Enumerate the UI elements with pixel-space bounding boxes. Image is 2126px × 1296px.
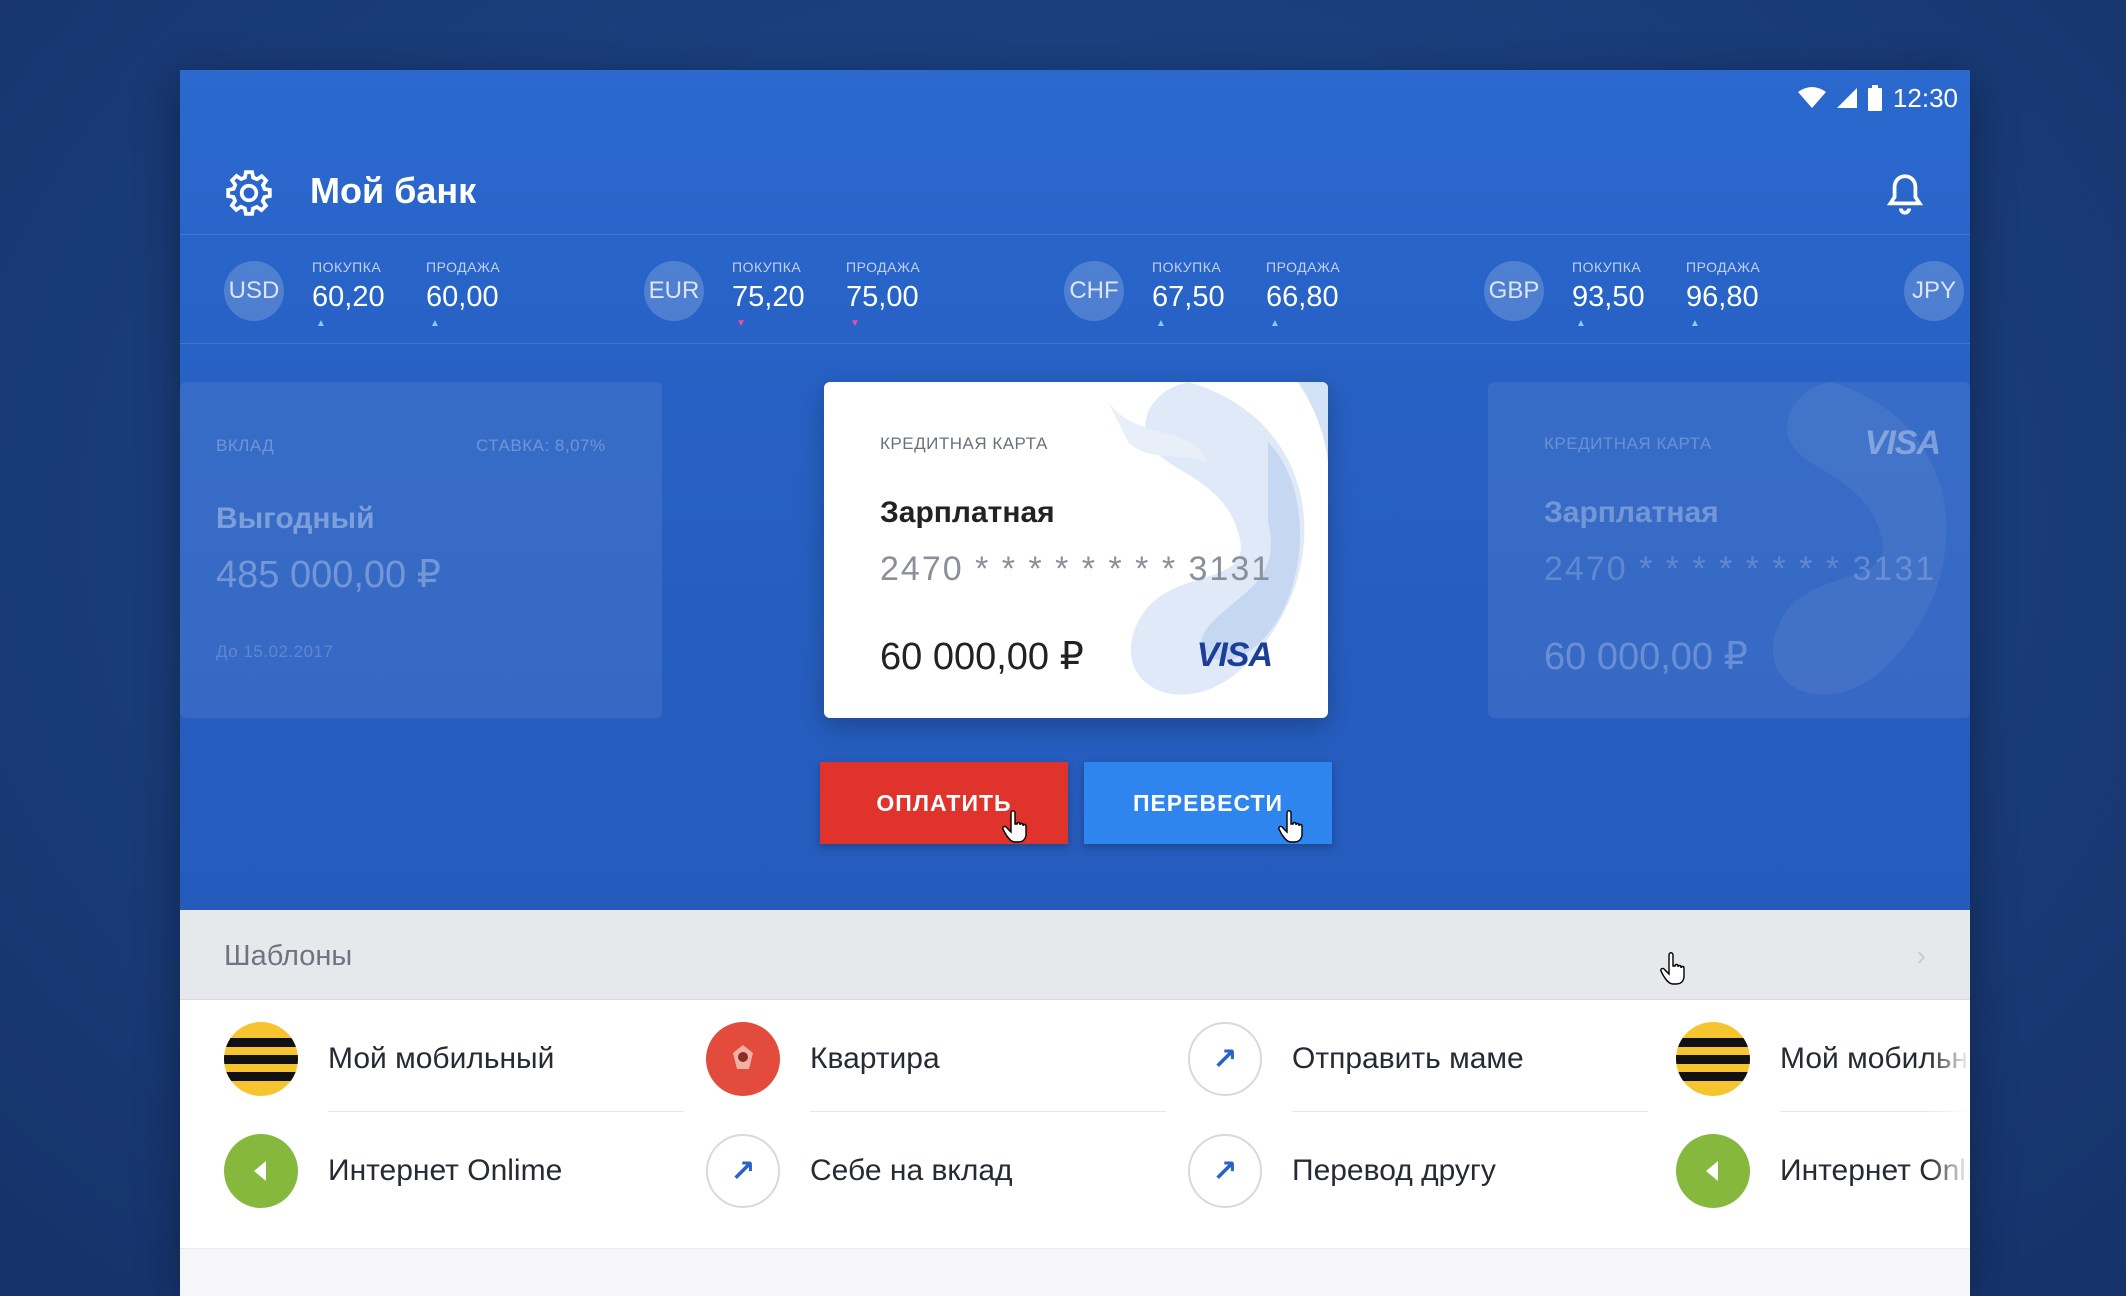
- currency-badge-chf: CHF: [1064, 261, 1124, 321]
- visa-logo: VISA: [1196, 636, 1273, 674]
- buy-value: 75,20: [732, 281, 805, 313]
- sell-label: ПРОДАЖА: [426, 259, 501, 275]
- trend-up-icon: ▲: [316, 318, 326, 329]
- card-number: 2470 * * * * * * * * 3131: [1544, 550, 1937, 588]
- signal-icon: [1836, 88, 1857, 108]
- buy-label: ПОКУПКА: [312, 259, 382, 275]
- currency-rates-bar[interactable]: USD ПОКУПКА 60,20 ▲ ПРОДАЖА 60,00 ▲ EUR ПО…: [180, 234, 1970, 344]
- hero-area: 12:30 Мой банк USD ПОКУПКА 60,20 ▲ ПРОДАЖ…: [180, 70, 1970, 910]
- visa-logo: VISA: [1864, 424, 1941, 462]
- app-bar: Мой банк: [180, 150, 1970, 246]
- arrow-up-right-icon: ↗: [1188, 1134, 1262, 1208]
- hand-cursor-icon: [1278, 810, 1303, 843]
- sell-label: ПРОДАЖА: [1266, 259, 1341, 275]
- buy-value: 60,20: [312, 281, 385, 313]
- sell-value: 66,80: [1266, 281, 1339, 313]
- status-time: 12:30: [1892, 82, 1958, 113]
- card-number: 2470 * * * * * * * * 3131: [880, 550, 1273, 588]
- trend-up-icon: ▲: [1690, 318, 1700, 329]
- sell-value: 96,80: [1686, 281, 1759, 313]
- card-name: Зарплатная: [880, 496, 1055, 529]
- buy-value: 67,50: [1152, 281, 1225, 313]
- card-amount: 485 000,00 ₽: [216, 554, 441, 596]
- card-until: До 15.02.2017: [216, 642, 334, 661]
- beeline-icon: [224, 1022, 298, 1096]
- chevron-right-icon[interactable]: ›: [1917, 940, 1926, 972]
- trend-down-icon: ▼: [850, 318, 860, 329]
- card-amount: 60 000,00 ₽: [1544, 636, 1748, 678]
- template-item[interactable]: Интернет Onlime: [1676, 1112, 1970, 1224]
- onlime-icon: [1676, 1134, 1750, 1208]
- template-label: Отправить маме: [1292, 1042, 1524, 1075]
- trend-up-icon: ▲: [1576, 318, 1586, 329]
- moscow-emblem-icon: [706, 1022, 780, 1096]
- template-label: Перевод другу: [1292, 1154, 1496, 1187]
- sell-label: ПРОДАЖА: [1686, 259, 1761, 275]
- sell-value: 60,00: [426, 281, 499, 313]
- tablet-screen: 12:30 Мой банк USD ПОКУПКА 60,20 ▲ ПРОДАЖ…: [180, 70, 1970, 1296]
- template-item[interactable]: Интернет Onlime: [224, 1112, 684, 1224]
- card-rate: СТАВКА: 8,07%: [476, 436, 606, 455]
- trend-down-icon: ▼: [736, 318, 746, 329]
- app-title: Мой банк: [310, 170, 477, 211]
- card-type: ВКЛАД: [216, 436, 275, 455]
- buy-label: ПОКУПКА: [732, 259, 802, 275]
- scroll-fade: [1930, 1000, 1970, 1260]
- arrow-up-right-icon: ↗: [706, 1134, 780, 1208]
- template-item[interactable]: Квартира: [706, 1000, 1166, 1112]
- onlime-icon: [224, 1134, 298, 1208]
- bell-icon[interactable]: [1880, 170, 1930, 220]
- battery-icon: [1867, 85, 1882, 111]
- template-item[interactable]: Мой мобильный: [224, 1000, 684, 1112]
- card-name: Выгодный: [216, 502, 375, 535]
- card-amount: 60 000,00 ₽: [880, 636, 1084, 678]
- gear-icon[interactable]: [224, 168, 274, 218]
- sell-label: ПРОДАЖА: [846, 259, 921, 275]
- status-bar: 12:30: [1797, 78, 1958, 118]
- sell-value: 75,00: [846, 281, 919, 313]
- credit-card-main[interactable]: КРЕДИТНАЯ КАРТА Зарплатная 2470 * * * * …: [824, 382, 1328, 718]
- template-label: Интернет Onlime: [328, 1154, 563, 1187]
- template-label: Мой мобильный: [328, 1042, 555, 1075]
- card-type: КРЕДИТНАЯ КАРТА: [880, 434, 1048, 453]
- arrow-up-right-icon: ↗: [1188, 1022, 1262, 1096]
- trend-up-icon: ▲: [1156, 318, 1166, 329]
- template-label: Квартира: [810, 1042, 940, 1075]
- wifi-icon: [1797, 87, 1826, 108]
- currency-badge-jpy: JPY: [1904, 261, 1964, 321]
- card-type: КРЕДИТНАЯ КАРТА: [1544, 434, 1712, 453]
- template-item[interactable]: ↗ Перевод другу: [1188, 1112, 1648, 1224]
- template-item[interactable]: ↗ Отправить маме: [1188, 1000, 1648, 1112]
- beeline-icon: [1676, 1022, 1750, 1096]
- template-item[interactable]: Мой мобильный: [1676, 1000, 1970, 1112]
- currency-badge-eur: EUR: [644, 261, 704, 321]
- template-label: Себе на вклад: [810, 1154, 1013, 1187]
- hand-cursor-icon: [1660, 952, 1685, 985]
- template-item[interactable]: ↗ Себе на вклад: [706, 1112, 1166, 1224]
- buy-value: 93,50: [1572, 281, 1645, 313]
- trend-up-icon: ▲: [1270, 318, 1280, 329]
- templates-title: Шаблоны: [224, 940, 353, 972]
- bottom-strip: [180, 1248, 1970, 1296]
- currency-badge-usd: USD: [224, 261, 284, 321]
- templates-header[interactable]: Шаблоны ›: [180, 910, 1970, 1000]
- credit-card-secondary[interactable]: КРЕДИТНАЯ КАРТА VISA Зарплатная 2470 * *…: [1488, 382, 1970, 718]
- deposit-card[interactable]: ВКЛАД СТАВКА: 8,07% Выгодный 485 000,00 …: [180, 382, 662, 718]
- card-name: Зарплатная: [1544, 496, 1719, 529]
- buy-label: ПОКУПКА: [1572, 259, 1642, 275]
- trend-up-icon: ▲: [430, 318, 440, 329]
- currency-badge-gbp: GBP: [1484, 261, 1544, 321]
- buy-label: ПОКУПКА: [1152, 259, 1222, 275]
- hand-cursor-icon: [1002, 810, 1027, 843]
